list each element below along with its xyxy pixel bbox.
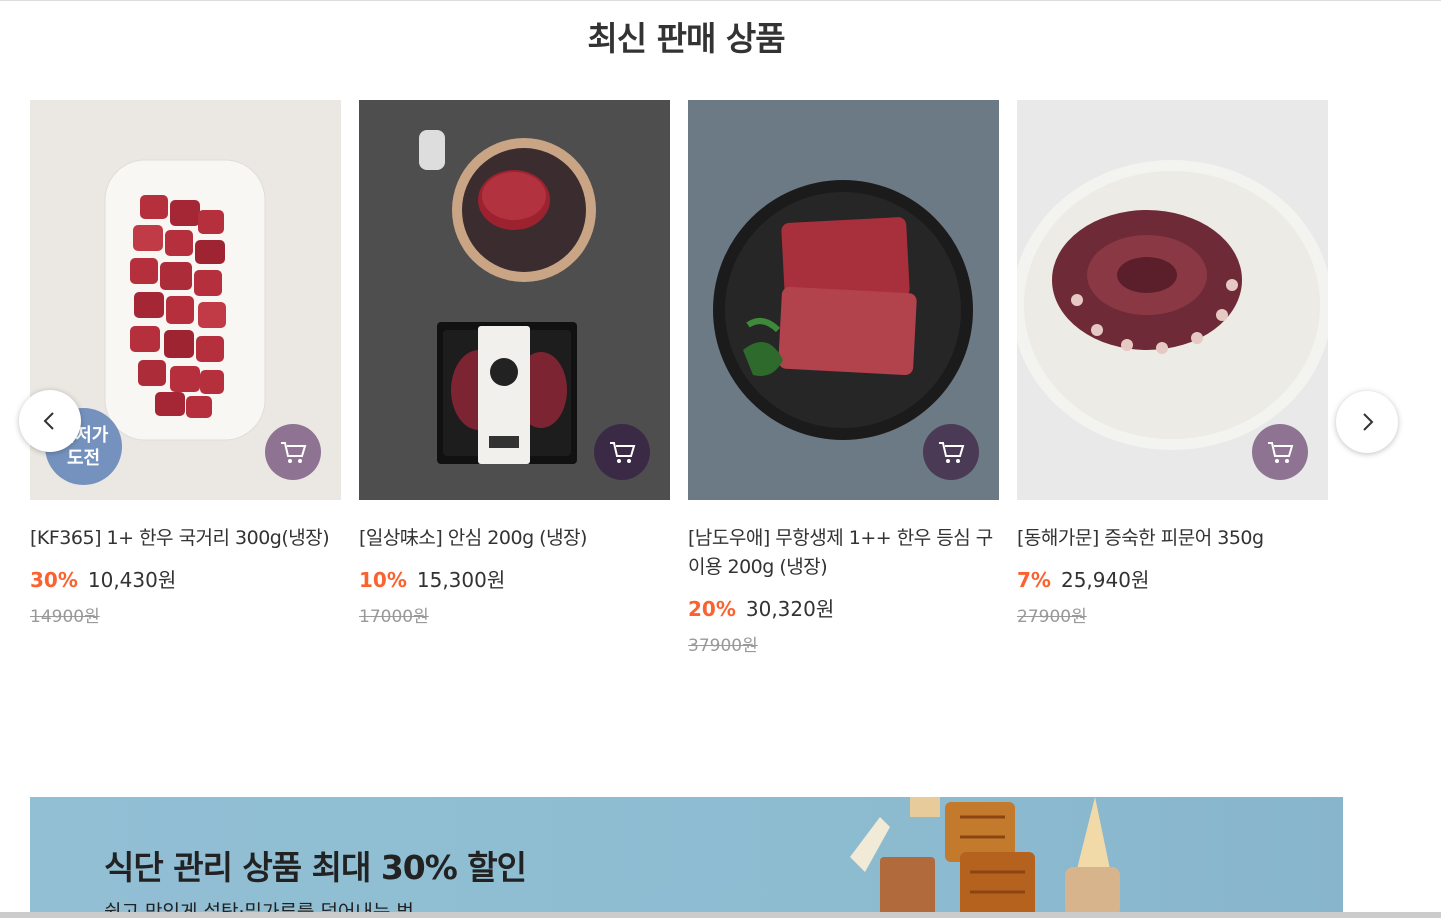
sale-price: 30,320원 <box>745 597 835 621</box>
add-to-cart-button[interactable] <box>1252 424 1308 480</box>
carousel-prev-button[interactable] <box>19 390 81 452</box>
product-name[interactable]: [일상味소] 안심 200g (냉장) <box>359 524 670 553</box>
cart-icon <box>281 442 307 463</box>
discount-rate: 7% <box>1017 568 1051 592</box>
chevron-left-icon <box>43 412 54 430</box>
add-to-cart-button[interactable] <box>265 424 321 480</box>
banner-title: 식단 관리 상품 최대 30% 할인 <box>104 848 527 887</box>
product-image[interactable] <box>1017 100 1328 500</box>
price-row: 30% 10,430원 <box>30 564 341 593</box>
add-to-cart-button[interactable] <box>594 424 650 480</box>
original-price: 14900원 <box>30 607 100 627</box>
section-title: 최신 판매 상품 <box>587 19 785 58</box>
original-price: 27900원 <box>1017 607 1087 627</box>
product-name[interactable]: [남도우애] 무항생제 1++ 한우 등심 구이용 200g (냉장) <box>688 524 999 582</box>
original-price: 37900원 <box>688 636 758 656</box>
top-divider <box>0 0 1441 1</box>
snack-stack-illustration <box>850 797 1120 918</box>
price-row: 20% 30,320원 <box>688 593 999 622</box>
product-image[interactable] <box>688 100 999 500</box>
product-name[interactable]: [KF365] 1+ 한우 국거리 300g(냉장) <box>30 524 341 553</box>
product-card[interactable]: 최저가 도전 [KF365] 1+ 한우 국거리 300g(냉장) 30% 10… <box>30 100 341 627</box>
add-to-cart-button[interactable] <box>923 424 979 480</box>
discount-rate: 10% <box>359 568 407 592</box>
price-row: 7% 25,940원 <box>1017 564 1328 593</box>
sale-price: 15,300원 <box>416 568 506 592</box>
sale-price: 25,940원 <box>1060 568 1150 592</box>
chevron-right-icon <box>1363 413 1374 431</box>
product-card[interactable]: [일상味소] 안심 200g (냉장) 10% 15,300원 17000원 <box>359 100 670 627</box>
cart-icon <box>939 442 965 463</box>
sale-price: 10,430원 <box>87 568 177 592</box>
promo-banner[interactable]: 식단 관리 상품 최대 30% 할인 쉽고 맛있게 설탕·밀가루를 덜어내는 법 <box>30 797 1343 918</box>
discount-rate: 30% <box>30 568 78 592</box>
cart-icon <box>1268 442 1294 463</box>
product-image[interactable]: 최저가 도전 <box>30 100 341 500</box>
product-carousel: 최저가 도전 [KF365] 1+ 한우 국거리 300g(냉장) 30% 10… <box>19 100 1398 700</box>
product-card[interactable]: [동해가문] 증숙한 피문어 350g 7% 25,940원 27900원 <box>1017 100 1328 627</box>
horizontal-scrollbar[interactable] <box>0 912 1441 918</box>
original-price: 17000원 <box>359 607 429 627</box>
product-image[interactable] <box>359 100 670 500</box>
discount-rate: 20% <box>688 597 736 621</box>
price-row: 10% 15,300원 <box>359 564 670 593</box>
cart-icon <box>610 442 636 463</box>
carousel-next-button[interactable] <box>1336 391 1398 453</box>
product-name[interactable]: [동해가문] 증숙한 피문어 350g <box>1017 524 1328 553</box>
product-card[interactable]: [남도우애] 무항생제 1++ 한우 등심 구이용 200g (냉장) 20% … <box>688 100 999 656</box>
